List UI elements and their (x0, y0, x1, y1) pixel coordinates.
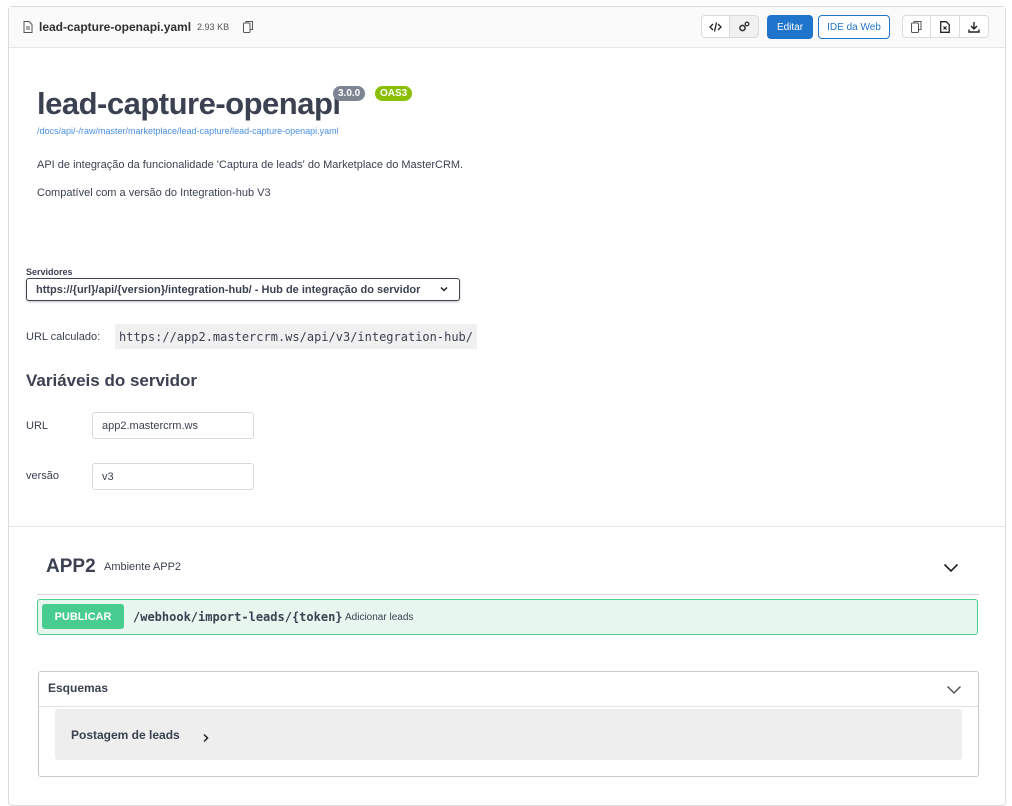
variable-input-url[interactable] (92, 412, 254, 439)
api-title: lead-capture-openapi (37, 86, 341, 121)
file-header: lead-capture-openapi.yaml 2.93 KB Editar… (9, 7, 1005, 48)
variable-label-url: URL (26, 420, 49, 432)
chevron-down-icon (439, 284, 449, 297)
divider (9, 526, 1005, 527)
file-name: lead-capture-openapi.yaml (39, 20, 192, 34)
server-variables-heading: Variáveis do servidor (26, 371, 198, 390)
operation-post-import-leads[interactable]: PUBLICAR /webhook/import-leads/{token} A… (37, 599, 978, 635)
method-badge: PUBLICAR (42, 604, 124, 629)
file-actions (902, 15, 989, 38)
download-button[interactable] (960, 15, 989, 38)
file-viewer: lead-capture-openapi.yaml 2.93 KB Editar… (8, 6, 1006, 806)
variable-input-version[interactable] (92, 463, 254, 490)
model-item[interactable]: Postagem de leads (55, 709, 962, 760)
operation-path: /webhook/import-leads/{token} (133, 610, 343, 624)
tag-header[interactable]: APP2 Ambiente APP2 (37, 548, 979, 595)
oas-badge: OAS3 (375, 86, 413, 101)
api-compatibility-note: Compatível com a versão do Integration-h… (37, 187, 271, 199)
edit-button[interactable]: Editar (767, 15, 813, 39)
view-source-button[interactable] (701, 15, 730, 38)
schemas-title: Esquemas (48, 681, 109, 695)
schemas-section: Esquemas Postagem de leads (38, 671, 979, 777)
operation-summary: Adicionar leads (345, 612, 414, 623)
computed-url: https://app2.mastercrm.ws/api/v3/integra… (115, 324, 478, 349)
tag-name: APP2 (46, 556, 96, 577)
view-rendered-button[interactable] (730, 15, 759, 38)
chevron-down-icon[interactable] (943, 560, 959, 578)
file-icon (23, 21, 33, 33)
schemas-header[interactable]: Esquemas (39, 672, 978, 707)
web-ide-button[interactable]: IDE da Web (818, 15, 890, 39)
chevron-right-icon (202, 730, 210, 748)
file-size: 2.93 KB (197, 22, 230, 32)
variable-label-version: versão (26, 470, 60, 482)
spec-url-link[interactable]: /docs/api/-/raw/master/marketplace/lead-… (37, 126, 339, 136)
open-raw-button[interactable] (931, 15, 960, 38)
swagger-ui: lead-capture-openapi 3.0.0 OAS3 /docs/ap… (9, 48, 1005, 805)
api-description: API de integração da funcionalidade 'Cap… (37, 159, 464, 171)
copy-path-icon[interactable] (243, 21, 254, 33)
model-name: Postagem de leads (71, 728, 180, 742)
copy-contents-button[interactable] (902, 15, 931, 38)
tag-description: Ambiente APP2 (104, 561, 182, 573)
tag-section-app2: APP2 Ambiente APP2 PUBLICAR /webhook/imp… (37, 548, 979, 635)
chevron-down-icon[interactable] (946, 682, 962, 700)
server-select-value: https://{url}/api/{version}/integration-… (36, 283, 421, 296)
server-select[interactable]: https://{url}/api/{version}/integration-… (26, 278, 460, 301)
version-badge: 3.0.0 (333, 86, 366, 101)
view-toggle (701, 15, 759, 38)
computed-url-label: URL calculado: (26, 331, 101, 343)
servers-label: Servidores (26, 267, 73, 277)
